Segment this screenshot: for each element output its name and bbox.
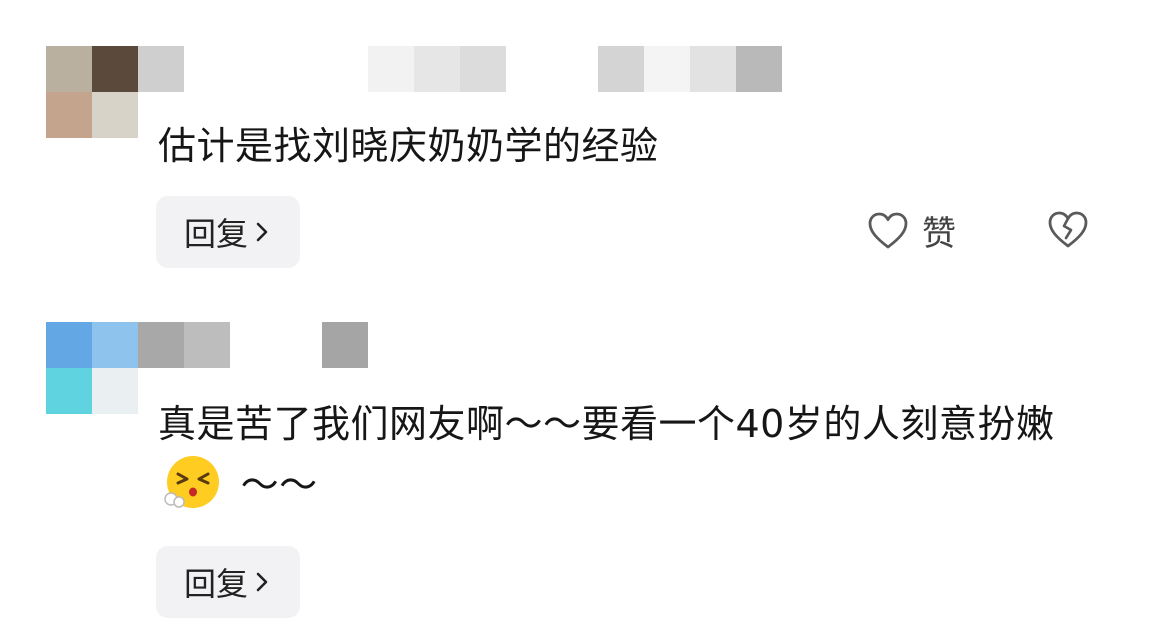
comment-text-main: 真是苦了我们网友啊～～要看一个40岁的人刻意扮嫩 [158,402,1055,446]
avatar-tile [46,368,92,414]
username-mosaic[interactable] [138,322,230,368]
reply-button[interactable]: 回复 [156,546,300,618]
mosaic-tile [460,46,506,92]
broken-heart-icon[interactable] [1046,208,1090,252]
avatar-tile [46,92,92,138]
username-mosaic[interactable] [138,46,184,92]
comment-text-tail: ～～ [228,463,318,507]
mosaic-tile [138,46,184,92]
user-avatar[interactable] [46,322,138,414]
comment-text: 估计是找刘晓庆奶奶学的经验 [158,124,659,168]
reply-button[interactable]: 回复 [156,196,300,268]
mosaic-tile [598,46,644,92]
mosaic-tile [736,46,782,92]
mosaic-tile [322,322,368,368]
heart-outline-icon [868,212,908,248]
avatar-tile [46,46,92,92]
avatar-tile [92,92,138,138]
comment-text: 真是苦了我们网友啊～～要看一个40岁的人刻意扮嫩 ～～ [158,396,1118,513]
mosaic-tile [690,46,736,92]
avatar-tile [92,368,138,414]
username-mosaic [368,46,506,92]
mosaic-tile [368,46,414,92]
reply-label: 回复 [183,565,248,603]
avatar-tile [92,46,138,92]
chevron-right-icon [256,572,268,592]
mosaic-tile [644,46,690,92]
reply-label: 回复 [183,215,248,253]
mosaic-tile [184,322,230,368]
mosaic-tile [138,322,184,368]
avatar-tile [46,322,92,368]
avatar-tile [92,322,138,368]
face-with-steam-emoji [164,456,219,508]
comment-item: 估计是找刘晓庆奶奶学的经验 回复 赞 [0,0,1158,300]
mosaic-tile [414,46,460,92]
like-label: 赞 [922,214,956,254]
chevron-right-icon [256,222,268,242]
comment-item: 真是苦了我们网友啊～～要看一个40岁的人刻意扮嫩 ～～ 回复 [0,310,1158,640]
username-mosaic [598,46,782,92]
username-mosaic [322,322,368,368]
user-avatar[interactable] [46,46,138,138]
like-button[interactable]: 赞 [866,206,956,255]
